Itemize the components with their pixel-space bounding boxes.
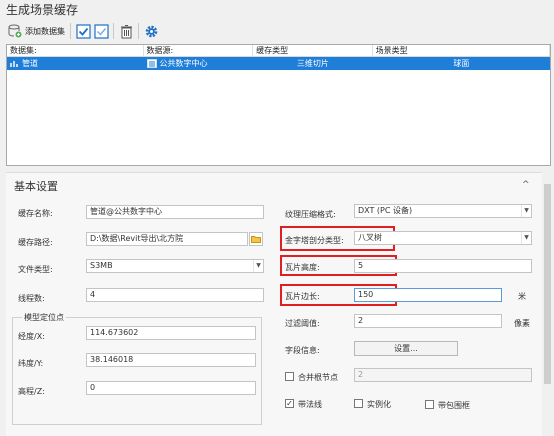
- cache-name-input[interactable]: 管道@公共数字中心: [86, 205, 264, 219]
- tile-edge-input[interactable]: 150: [354, 288, 502, 302]
- filter-threshold-label: 过滤阈值:: [285, 319, 320, 328]
- settings-button[interactable]: [142, 22, 160, 40]
- z-input[interactable]: 0: [86, 381, 256, 395]
- pyramid-type-value: 八叉树: [358, 233, 382, 242]
- y-input[interactable]: 38.146018: [86, 353, 256, 367]
- position-group-legend: 模型定位点: [22, 312, 66, 323]
- dataset-cell[interactable]: 管道: [7, 57, 144, 70]
- column-header[interactable]: 缓存类型: [253, 45, 373, 56]
- normals-checkbox[interactable]: ✓: [285, 399, 294, 408]
- filter-threshold-input[interactable]: 2: [354, 314, 502, 328]
- trash-icon: [120, 24, 132, 38]
- add-dataset-button[interactable]: 添加数据集: [6, 21, 67, 41]
- dataset-grid: 数据集: 数据源: 缓存类型 场景类型 管道 公共数字中心 三维切片 球面: [6, 44, 551, 166]
- datasource-cell[interactable]: 公共数字中心: [144, 57, 254, 70]
- texture-format-label: 纹理压缩格式:: [285, 210, 336, 219]
- tile-height-label: 瓦片高度:: [285, 263, 320, 272]
- thread-count-label: 线程数:: [18, 294, 45, 303]
- datasource-icon: [146, 59, 157, 68]
- filter-threshold-unit: 像素: [514, 319, 530, 328]
- y-label: 纬度/Y:: [18, 359, 44, 368]
- delete-button[interactable]: [117, 22, 135, 40]
- line-dataset-icon: [10, 61, 18, 67]
- cache-path-label: 缓存路径:: [18, 238, 53, 247]
- file-type-value: S3MB: [90, 261, 113, 270]
- pyramid-type-label: 金字塔剖分类型:: [285, 236, 344, 245]
- tile-edge-unit: 米: [518, 292, 526, 301]
- gear-icon: [145, 25, 157, 37]
- texture-format-value: DXT (PC 设备): [358, 206, 413, 215]
- toolbar-separator: [70, 23, 71, 39]
- instancing-label: 实例化: [367, 400, 391, 409]
- column-header[interactable]: 数据源:: [144, 45, 254, 56]
- bbox-checkbox[interactable]: [425, 400, 434, 409]
- chevron-down-icon[interactable]: ▼: [521, 232, 531, 244]
- bbox-label: 带包围框: [438, 401, 470, 410]
- window-title: 生成场景缓存: [6, 3, 79, 17]
- invert-select-button[interactable]: [92, 22, 110, 40]
- scrollbar-thumb[interactable]: [544, 184, 551, 384]
- normals-label: 带法线: [298, 400, 322, 409]
- field-settings-button[interactable]: 设置...: [354, 341, 458, 356]
- browse-folder-button[interactable]: [249, 232, 263, 246]
- x-input[interactable]: 114.673602: [86, 326, 256, 340]
- datasource-name: 公共数字中心: [159, 59, 208, 68]
- field-info-label: 字段信息:: [285, 346, 320, 355]
- chevron-down-icon[interactable]: ▼: [253, 260, 263, 272]
- check-invert-icon: [93, 23, 109, 39]
- tile-height-input[interactable]: 5: [354, 259, 532, 273]
- pyramid-type-select[interactable]: 八叉树 ▼: [354, 231, 532, 245]
- database-add-icon: [8, 24, 22, 38]
- chevron-down-icon[interactable]: ▼: [521, 205, 531, 217]
- merge-nodes-label: 合并根节点: [298, 373, 338, 382]
- dataset-name: 管道: [22, 59, 38, 68]
- column-header[interactable]: 数据集:: [7, 45, 144, 56]
- toolbar-separator: [138, 23, 139, 39]
- file-type-select[interactable]: S3MB ▼: [86, 259, 264, 273]
- merge-nodes-input[interactable]: 2: [354, 368, 532, 382]
- scene-type-cell[interactable]: 球面: [373, 57, 550, 70]
- z-label: 高程/Z:: [18, 387, 45, 396]
- collapse-icon[interactable]: ^: [522, 180, 530, 190]
- tile-edge-label: 瓦片边长:: [285, 292, 320, 301]
- thread-count-input[interactable]: 4: [86, 288, 264, 302]
- column-header[interactable]: 场景类型: [373, 45, 550, 56]
- panel-title: 基本设置: [14, 180, 58, 193]
- toolbar-separator: [113, 23, 114, 39]
- table-row[interactable]: 管道 公共数字中心 三维切片 球面: [7, 57, 550, 70]
- folder-icon: [251, 236, 261, 243]
- toolbar: 添加数据集: [0, 18, 554, 44]
- file-type-label: 文件类型:: [18, 265, 53, 274]
- grid-header: 数据集: 数据源: 缓存类型 场景类型: [7, 45, 550, 57]
- add-dataset-label: 添加数据集: [25, 26, 65, 36]
- texture-format-select[interactable]: DXT (PC 设备) ▼: [354, 204, 532, 218]
- cache-type-cell[interactable]: 三维切片: [253, 57, 373, 70]
- cache-path-input[interactable]: D:\数据\Revit导出\北方院: [86, 232, 248, 246]
- select-all-button[interactable]: [74, 22, 92, 40]
- x-label: 经度/X:: [18, 332, 45, 341]
- cache-name-label: 缓存名称:: [18, 209, 53, 218]
- check-all-icon: [75, 23, 91, 39]
- instancing-checkbox[interactable]: [354, 399, 363, 408]
- merge-nodes-checkbox[interactable]: [285, 372, 294, 381]
